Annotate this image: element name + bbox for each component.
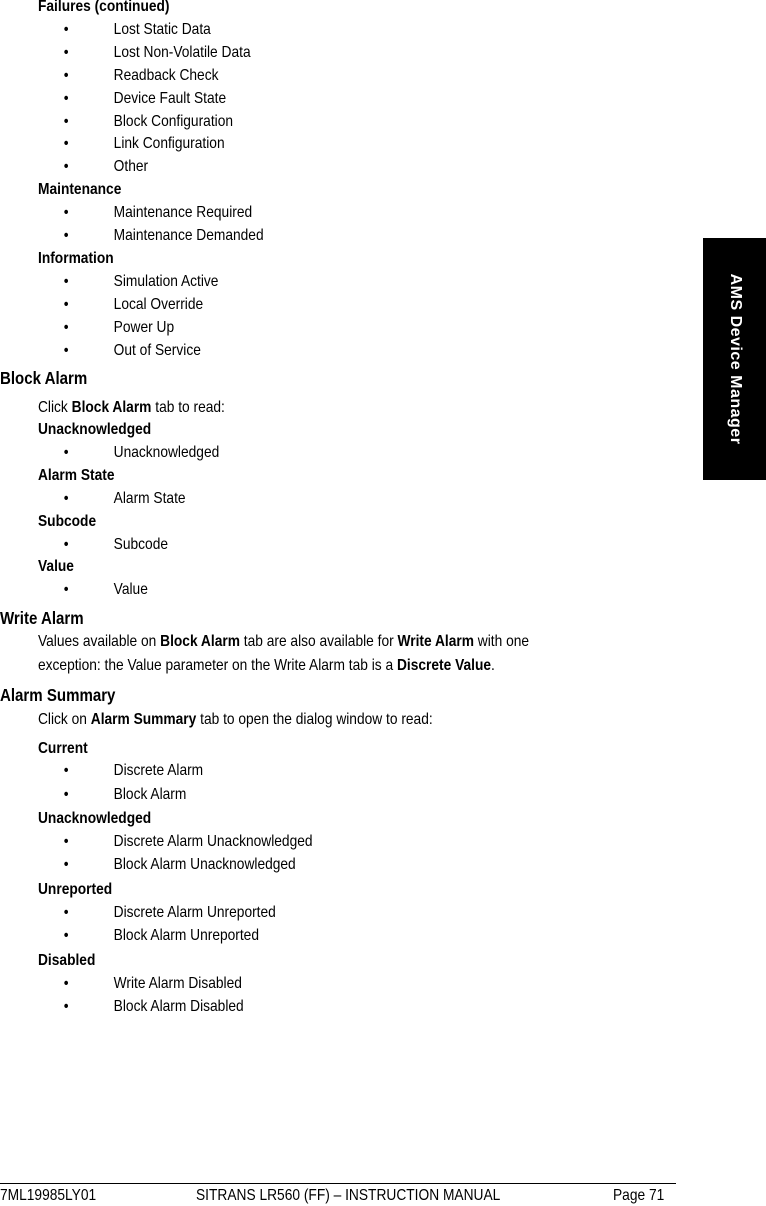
group-heading: Disabled	[38, 952, 96, 969]
footer-divider	[0, 1183, 676, 1184]
bullet-icon: •	[63, 67, 69, 84]
list-item: • Block Alarm Disabled	[38, 997, 244, 1017]
group-heading: Current	[38, 740, 88, 757]
list-item: • Out of Service	[38, 341, 201, 361]
bullet-icon: •	[63, 856, 69, 873]
list-item: • Subcode	[38, 535, 168, 555]
bullet-icon: •	[63, 158, 69, 175]
bullet-icon: •	[63, 319, 69, 336]
list-item: • Lost Non-Volatile Data	[38, 43, 251, 63]
footer-doc-number: 7ML19985LY01	[0, 1187, 97, 1204]
list-item: • Discrete Alarm Unreported	[38, 903, 276, 923]
bullet-icon: •	[63, 581, 69, 598]
group-heading: Unacknowledged	[38, 810, 152, 827]
group-heading: Subcode	[38, 513, 97, 530]
list-item: • Unacknowledged	[38, 443, 219, 463]
information-heading: Information	[38, 250, 114, 267]
list-item: • Write Alarm Disabled	[38, 974, 242, 994]
group-heading: Value	[38, 558, 74, 575]
write-alarm-paragraph-line-1: Values available on Block Alarm tab are …	[38, 633, 530, 650]
bullet-icon: •	[63, 204, 69, 221]
bullet-icon: •	[63, 833, 69, 850]
list-item: • Power Up	[38, 318, 174, 338]
group-heading: Alarm State	[38, 467, 115, 484]
group-heading: Unreported	[38, 881, 113, 898]
bullet-icon: •	[63, 927, 69, 944]
list-item: • Discrete Alarm	[38, 761, 203, 781]
alarm-summary-title: Alarm Summary	[0, 685, 116, 705]
block-alarm-tab-ref: Block Alarm	[71, 399, 152, 416]
bullet-icon: •	[63, 273, 69, 290]
bullet-icon: •	[63, 975, 69, 992]
list-item: • Other	[38, 157, 148, 177]
list-item: • Local Override	[38, 295, 203, 315]
footer-title: SITRANS LR560 (FF) – INSTRUCTION MANUAL	[196, 1187, 501, 1204]
list-item: • Device Fault State	[38, 89, 226, 109]
list-item: • Link Configuration	[38, 134, 225, 154]
list-item: • Alarm State	[38, 489, 186, 509]
block-alarm-intro: Click Block Alarm tab to read:	[38, 399, 225, 416]
bullet-icon: •	[63, 21, 69, 38]
write-alarm-paragraph-line-2: exception: the Value parameter on the Wr…	[38, 657, 495, 674]
list-item: • Block Alarm	[38, 785, 187, 805]
bullet-icon: •	[63, 227, 69, 244]
list-item: • Maintenance Demanded	[38, 226, 264, 246]
block-alarm-title: Block Alarm	[0, 368, 88, 388]
list-item: • Block Alarm Unacknowledged	[38, 855, 296, 875]
list-item: • Value	[38, 580, 148, 600]
bullet-icon: •	[63, 135, 69, 152]
list-item: • Readback Check	[38, 66, 219, 86]
bullet-icon: •	[63, 113, 69, 130]
bullet-icon: •	[63, 90, 69, 107]
bullet-icon: •	[63, 342, 69, 359]
bullet-icon: •	[63, 296, 69, 313]
bullet-icon: •	[63, 444, 69, 461]
maintenance-heading: Maintenance	[38, 181, 122, 198]
bullet-icon: •	[63, 762, 69, 779]
list-item: • Discrete Alarm Unacknowledged	[38, 832, 313, 852]
alarm-summary-intro: Click on Alarm Summary tab to open the d…	[38, 711, 433, 728]
group-heading: Unacknowledged	[38, 421, 152, 438]
bullet-icon: •	[63, 44, 69, 61]
footer-page-number: Page 71	[613, 1187, 665, 1204]
list-item: • Lost Static Data	[38, 20, 211, 40]
list-item: • Block Alarm Unreported	[38, 926, 259, 946]
bullet-icon: •	[63, 490, 69, 507]
bullet-icon: •	[63, 786, 69, 803]
bullet-icon: •	[63, 536, 69, 553]
bullet-icon: •	[63, 998, 69, 1015]
failures-heading: Failures (continued)	[38, 0, 170, 15]
side-tab-label: AMS Device Manager	[726, 273, 744, 445]
list-item: • Block Configuration	[38, 112, 233, 132]
side-section-tab: AMS Device Manager	[703, 238, 766, 480]
bullet-icon: •	[63, 904, 69, 921]
list-item: • Maintenance Required	[38, 203, 252, 223]
write-alarm-title: Write Alarm	[0, 608, 84, 628]
list-item: • Simulation Active	[38, 272, 219, 292]
